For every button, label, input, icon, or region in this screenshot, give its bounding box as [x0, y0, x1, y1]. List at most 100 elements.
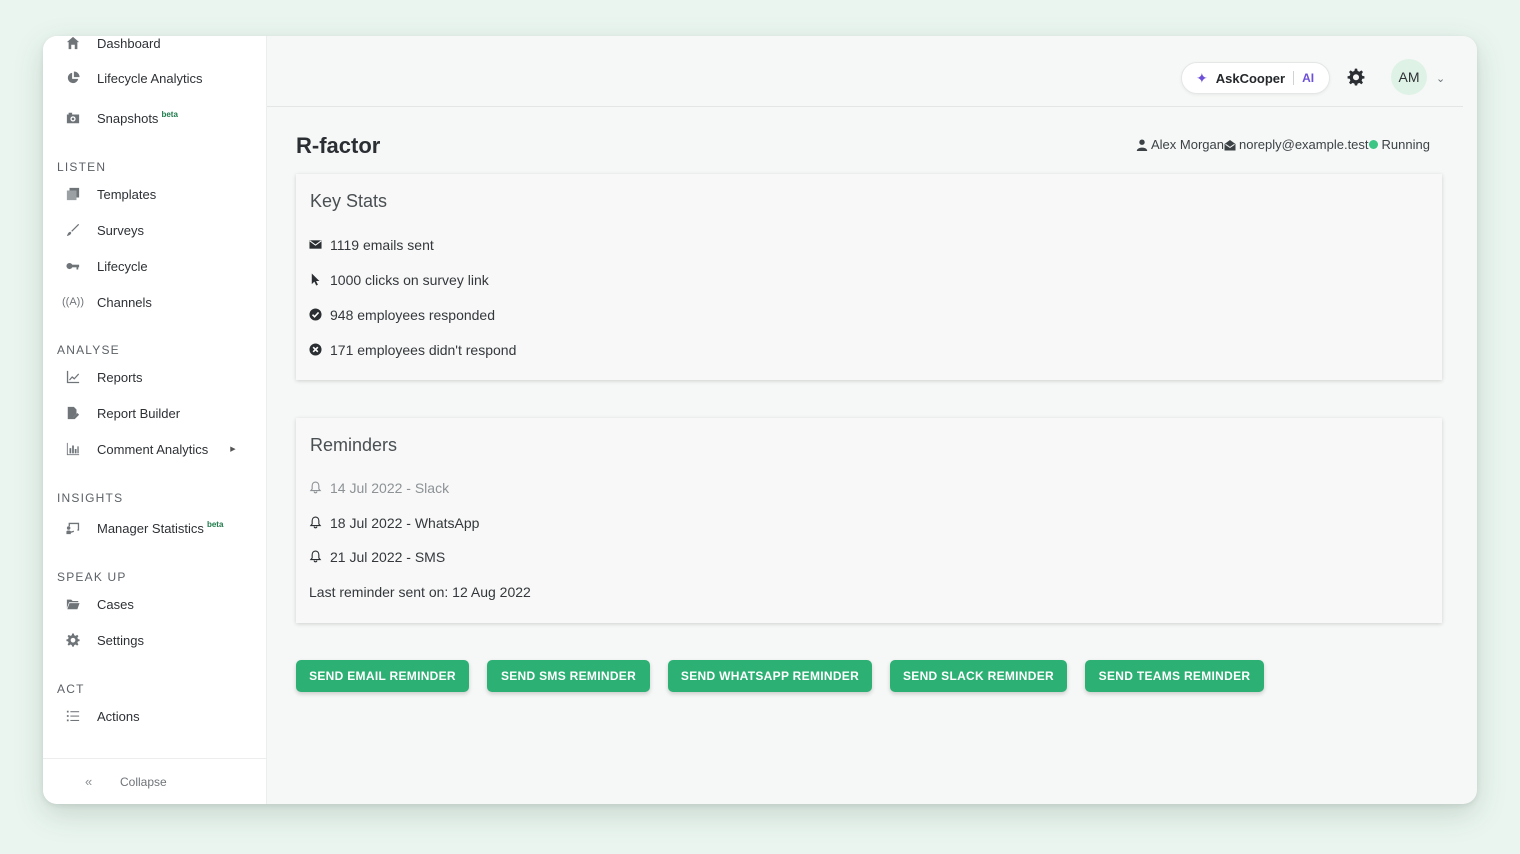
survey-meta: Alex Morgan noreply@example.test Running [1136, 137, 1430, 152]
stat-label: 948 employees responded [330, 307, 496, 323]
home-icon [65, 36, 81, 51]
stat-label: 171 employees didn't respond [330, 342, 517, 358]
stat-emails-sent: 1119 emails sent [309, 237, 434, 253]
sidebar-item-label: Surveys [97, 222, 144, 238]
ai-label: AI [1302, 71, 1315, 85]
brush-icon [65, 222, 81, 238]
list-icon [65, 708, 81, 724]
section-label-act: ACT [57, 682, 85, 696]
owner-name: Alex Morgan [1151, 137, 1224, 152]
sidebar-item-label: Report Builder [97, 405, 181, 421]
page-title: R-factor [296, 133, 381, 158]
beta-badge: beta [206, 519, 224, 529]
owner-email: noreply@example.test [1238, 137, 1369, 152]
stat-clicks: 1000 clicks on survey link [309, 272, 489, 288]
sidebar-item-manager-statistics[interactable]: Manager Statistics beta [65, 516, 223, 540]
double-chevron-left-icon: « [85, 774, 93, 789]
check-circle-icon [309, 308, 323, 322]
sidebar-item-snapshots[interactable]: Snapshots beta [65, 106, 178, 130]
line-chart-icon [65, 369, 81, 385]
sidebar-item-templates[interactable]: Templates [65, 182, 156, 206]
reminders-title: Reminders [310, 435, 398, 455]
envelope-icon [309, 238, 323, 252]
beta-badge: beta [161, 109, 178, 119]
bar-chart-icon [65, 441, 81, 457]
user-icon [1136, 139, 1148, 151]
reminder-item: 14 Jul 2022 - Slack [309, 480, 449, 496]
send-slack-reminder-button[interactable]: SEND SLACK REMINDER [890, 660, 1067, 692]
send-email-reminder-button[interactable]: SEND EMAIL REMINDER [296, 660, 469, 692]
reminder-label: 21 Jul 2022 - SMS [330, 549, 446, 565]
sidebar-item-label: Comment Analytics [97, 441, 209, 457]
bell-icon [309, 550, 323, 564]
chevron-down-icon[interactable]: ⌄ [1436, 72, 1445, 85]
sidebar-item-actions[interactable]: Actions [65, 704, 140, 728]
stat-label: 1000 clicks on survey link [330, 272, 489, 288]
reminder-item: 18 Jul 2022 - WhatsApp [309, 515, 479, 531]
section-label-analyse: ANALYSE [57, 343, 120, 357]
sidebar-item-label: Settings [97, 632, 144, 648]
stat-responded: 948 employees responded [309, 307, 495, 323]
sidebar-item-label: Dashboard [97, 36, 161, 51]
app-window: Dashboard Lifecycle Analytics Snapshots … [43, 36, 1477, 804]
status-dot [1368, 140, 1378, 149]
sidebar-item-label: Channels [97, 294, 152, 310]
stat-not-responded: 171 employees didn't respond [309, 342, 516, 358]
presentation-icon [65, 520, 81, 536]
stat-label: 1119 emails sent [330, 237, 434, 253]
sidebar-item-lifecycle-analytics[interactable]: Lifecycle Analytics [65, 66, 203, 90]
x-circle-icon [309, 343, 323, 357]
key-icon [65, 258, 81, 274]
key-stats-title: Key Stats [310, 191, 388, 211]
folder-icon [65, 596, 81, 612]
envelope-open-icon [1224, 139, 1236, 150]
settings-gear-icon[interactable] [1347, 68, 1365, 86]
pointer-icon [309, 273, 323, 287]
reminder-item: 21 Jul 2022 - SMS [309, 549, 445, 565]
broadcast-icon: ((A)) [62, 296, 84, 308]
sidebar-item-label: Manager Statistics [97, 520, 204, 536]
sidebar-item-label: Cases [97, 596, 134, 612]
send-sms-reminder-button[interactable]: SEND SMS REMINDER [487, 660, 650, 692]
avatar[interactable]: AM [1391, 59, 1427, 95]
avatar-initials: AM [1398, 69, 1420, 85]
send-whatsapp-reminder-button[interactable]: SEND WHATSAPP REMINDER [668, 660, 872, 692]
key-stats-card: Key Stats 1119 emails sent 1000 clicks o… [296, 174, 1442, 380]
sidebar-item-dashboard[interactable]: Dashboard [65, 36, 161, 55]
sidebar-item-label: Actions [97, 708, 140, 724]
file-edit-icon [65, 405, 81, 421]
sidebar-item-label: Lifecycle Analytics [97, 70, 203, 86]
sidebar-item-label: Lifecycle [97, 258, 148, 274]
sidebar-item-label: Reports [97, 369, 143, 385]
sidebar-item-settings[interactable]: Settings [65, 628, 144, 652]
send-teams-reminder-button[interactable]: SEND TEAMS REMINDER [1085, 660, 1264, 692]
divider [1293, 71, 1295, 85]
sidebar-item-report-builder[interactable]: Report Builder [65, 401, 180, 425]
sparkle-icon: ✦ [1196, 69, 1208, 86]
reminder-label: 18 Jul 2022 - WhatsApp [330, 515, 480, 531]
sidebar-item-cases[interactable]: Cases [65, 592, 134, 616]
reminder-label: 14 Jul 2022 - Slack [330, 480, 450, 496]
sidebar-item-label: Snapshots [97, 110, 159, 126]
collapse-button[interactable]: « Collapse [43, 758, 267, 804]
camera-icon [65, 110, 81, 126]
top-bar: ✦ AskCooper AI AM ⌄ [267, 36, 1463, 107]
status-badge: Running [1381, 137, 1430, 152]
bell-icon [309, 481, 323, 495]
section-label-speak-up: SPEAK UP [57, 570, 127, 584]
sidebar-item-reports[interactable]: Reports [65, 365, 143, 389]
cog-icon [65, 632, 81, 648]
copy-icon [65, 186, 81, 202]
sidebar-item-surveys[interactable]: Surveys [65, 218, 144, 242]
sidebar-item-lifecycle[interactable]: Lifecycle [65, 254, 148, 278]
section-label-insights: INSIGHTS [57, 491, 124, 505]
sidebar: Dashboard Lifecycle Analytics Snapshots … [43, 36, 267, 804]
caret-right-icon: ▶ [230, 446, 236, 453]
bell-icon [309, 516, 323, 530]
askcooper-button[interactable]: ✦ AskCooper AI [1181, 62, 1330, 94]
sidebar-item-label: Templates [97, 186, 157, 202]
section-label-listen: LISTEN [57, 160, 107, 174]
sidebar-item-comment-analytics[interactable]: Comment Analytics ▶ [65, 437, 236, 461]
reminders-card: Reminders 14 Jul 2022 - Slack 18 Jul 202… [296, 418, 1442, 623]
sidebar-item-channels[interactable]: ((A)) Channels [62, 290, 152, 314]
